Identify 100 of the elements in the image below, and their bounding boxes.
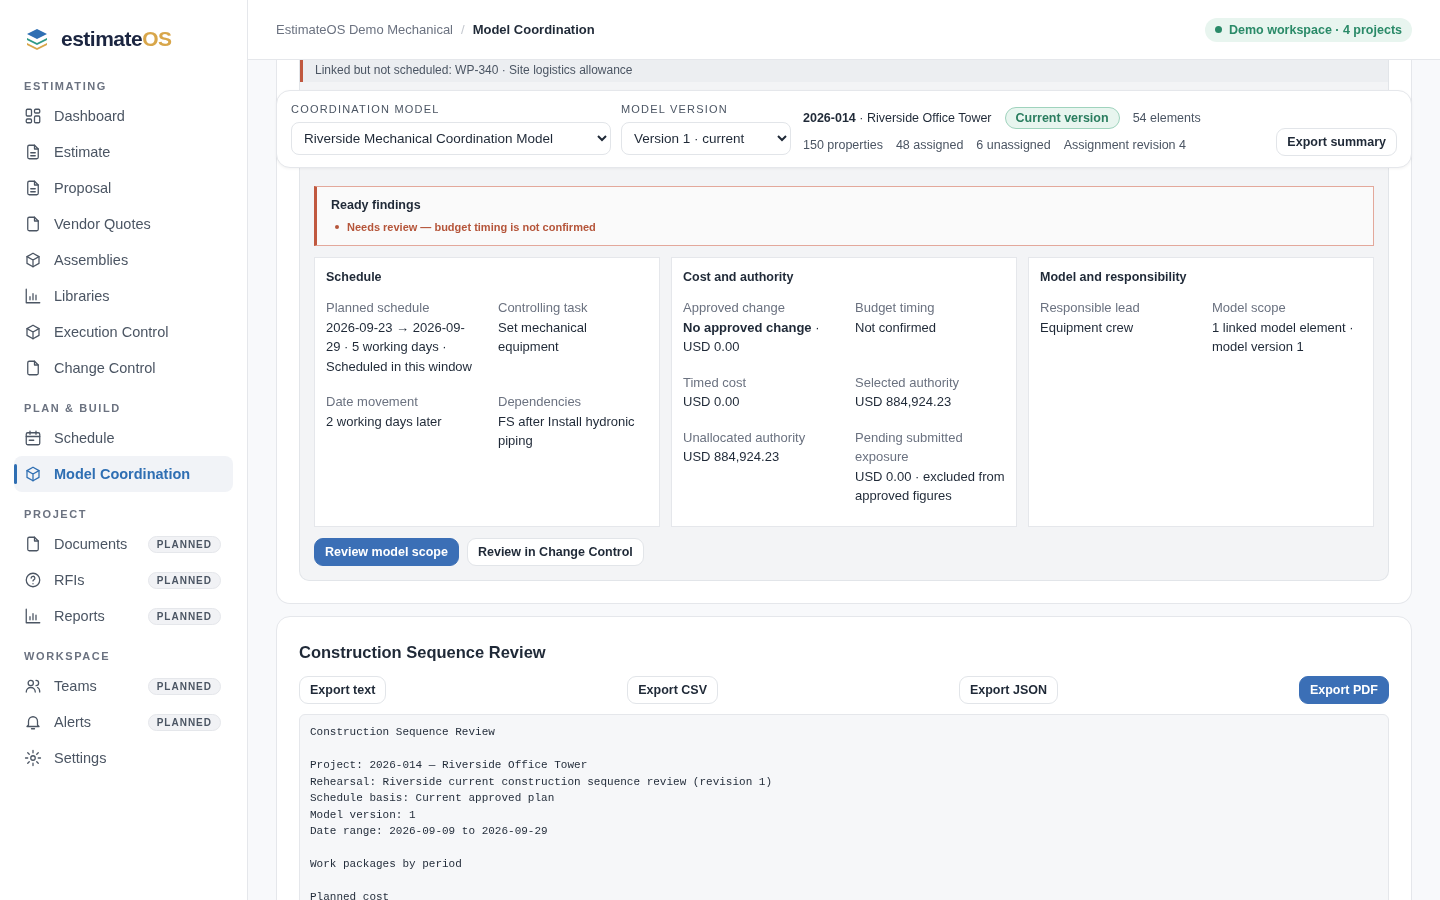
model-stat: 48 assigned <box>895 137 964 152</box>
sidebar-item[interactable]: Vendor Quotes <box>14 206 233 242</box>
bell-icon <box>24 713 42 731</box>
bullet-icon <box>335 225 339 229</box>
doclines-icon <box>24 179 42 197</box>
doc-icon <box>24 535 42 553</box>
export-button[interactable]: Export JSON <box>958 676 1058 704</box>
workspace-badge: Demo workspace · 4 projects <box>1205 17 1412 42</box>
export-button[interactable]: Export CSV <box>627 676 718 704</box>
sidebar-item[interactable]: RFIs PLANNED <box>14 562 233 598</box>
sidebar-item[interactable]: Documents PLANNED <box>14 526 233 562</box>
breadcrumb-link[interactable]: EstimateOS Demo Mechanical <box>276 22 453 37</box>
card-title: Model and responsibility <box>1040 270 1188 284</box>
field-value: Not confirmed <box>855 318 937 337</box>
calendar-icon <box>24 429 42 447</box>
bars-icon <box>24 287 42 305</box>
field-label: Budget timing <box>855 299 936 317</box>
doc-icon <box>24 359 42 377</box>
model-select[interactable]: Riverside Mechanical Coordination Model <box>291 122 611 155</box>
report-line: Work packages by period <box>310 858 462 870</box>
primary-button[interactable]: Review model scope <box>314 538 459 566</box>
field-label: Controlling task <box>498 299 589 317</box>
sidebar-item[interactable]: Proposal <box>14 170 233 206</box>
planned-badge: PLANNED <box>147 571 221 589</box>
sidebar-item[interactable]: Reports PLANNED <box>14 598 233 634</box>
linked-notice: Linked but not scheduled: WP-340 · Site logistics allowance <box>300 60 1388 82</box>
report-line: Construction Sequence Review <box>310 726 495 738</box>
version-select[interactable]: Version 1 · current <box>621 122 791 155</box>
planned-badge: PLANNED <box>147 713 221 731</box>
field-label: Responsible lead <box>1040 299 1141 317</box>
model-stat: Assignment revision 4 <box>1063 137 1186 152</box>
sidebar-item[interactable]: Change Control <box>14 350 233 386</box>
sidebar-item[interactable]: Settings <box>14 740 233 776</box>
breadcrumb-separator: / <box>461 22 465 37</box>
field-value: USD 884,924.23 <box>683 448 781 466</box>
field-value: 2 working days later <box>326 412 443 431</box>
sidebar-item[interactable]: Execution Control <box>14 314 233 350</box>
field-value: 1 linked model element · model version 1 <box>1212 318 1355 356</box>
section-title: Construction Sequence Review <box>299 643 547 662</box>
section-label: PLAN & BUILD <box>23 401 122 416</box>
section-label: PROJECT <box>23 507 89 522</box>
layers-logo-icon <box>25 27 49 51</box>
field-label: Timed cost <box>683 373 748 392</box>
field-value: FS after Install hydronic piping <box>498 412 636 450</box>
findings-title: Ready findings <box>331 198 422 212</box>
secondary-button[interactable]: Review in Change Control <box>466 538 644 566</box>
report-line: Schedule basis: Current approved plan <box>310 792 555 804</box>
sidebar-item[interactable]: Estimate <box>14 134 233 170</box>
planned-badge: PLANNED <box>147 607 221 625</box>
users-icon <box>24 677 42 695</box>
doc-icon <box>24 215 42 233</box>
sidebar-item[interactable]: Schedule <box>14 420 233 456</box>
project-name: 2026-014 · Riverside Office Tower <box>803 110 992 125</box>
field-value: USD 0.00 · excluded from approved figures <box>855 467 1005 505</box>
planned-badge: PLANNED <box>147 677 221 695</box>
section-label: ESTIMATING <box>23 79 108 94</box>
export-button[interactable]: Export PDF <box>1298 676 1389 704</box>
field-value: USD 0.00 <box>683 393 741 411</box>
grid-icon <box>24 107 42 125</box>
report-line: Planned cost <box>310 891 390 900</box>
field-label: Planned schedule <box>326 299 431 317</box>
element-count: 54 elements <box>1132 110 1201 125</box>
field-label: Approved change <box>683 299 786 317</box>
sidebar-item[interactable]: Assemblies <box>14 242 233 278</box>
field-label: MODEL VERSION <box>621 103 729 115</box>
sidebar-item[interactable]: Model Coordination <box>14 456 233 492</box>
field-value: Equipment crew <box>1040 318 1135 337</box>
sidebar-item[interactable]: Teams PLANNED <box>14 668 233 704</box>
field-label: Model scope <box>1212 299 1287 317</box>
field-label: Dependencies <box>498 393 583 411</box>
model-stat: 150 properties <box>803 137 883 152</box>
field-value: USD 884,924.23 <box>855 393 953 411</box>
doclines-icon <box>24 143 42 161</box>
report-line: Date range: 2026-09-09 to 2026-09-29 <box>310 825 548 837</box>
field-value: No approved change · USD 0.00 <box>683 318 821 356</box>
field-label: COORDINATION MODEL <box>291 103 441 115</box>
card-title: Schedule <box>326 270 383 284</box>
section-label: WORKSPACE <box>23 649 112 664</box>
question-icon <box>24 571 42 589</box>
report-line: Rehearsal: Riverside current construction sequence review (revision 1) <box>310 775 773 788</box>
export-button[interactable]: Export text <box>299 676 387 704</box>
logo-text: estimateOS <box>61 27 172 51</box>
model-stat: 6 unassigned <box>976 137 1051 152</box>
cube-icon <box>24 251 42 269</box>
field-value: 2026-09-23 → 2026-09-29 · 5 working days · Scheduled in this window <box>326 318 473 376</box>
report-line: Model version: 1 <box>310 808 416 821</box>
finding-text: Needs review — budget timing is not confirmed <box>347 221 596 233</box>
field-value: Set mechanical equipment <box>498 318 588 356</box>
field-label: Pending submitted exposure <box>855 428 964 466</box>
field-label: Selected authority <box>855 373 961 392</box>
export-summary-button[interactable]: Export summary <box>1276 128 1397 156</box>
sun-icon <box>24 749 42 767</box>
breadcrumb-current: Model Coordination <box>472 22 595 37</box>
version-badge: Current version <box>1004 106 1120 129</box>
sidebar-item[interactable]: Dashboard <box>14 98 233 134</box>
sidebar-item[interactable]: Alerts PLANNED <box>14 704 233 740</box>
sidebar-item[interactable]: Libraries <box>14 278 233 314</box>
card-title: Cost and authority <box>683 270 795 284</box>
bars-icon <box>24 607 42 625</box>
planned-badge: PLANNED <box>147 535 221 553</box>
